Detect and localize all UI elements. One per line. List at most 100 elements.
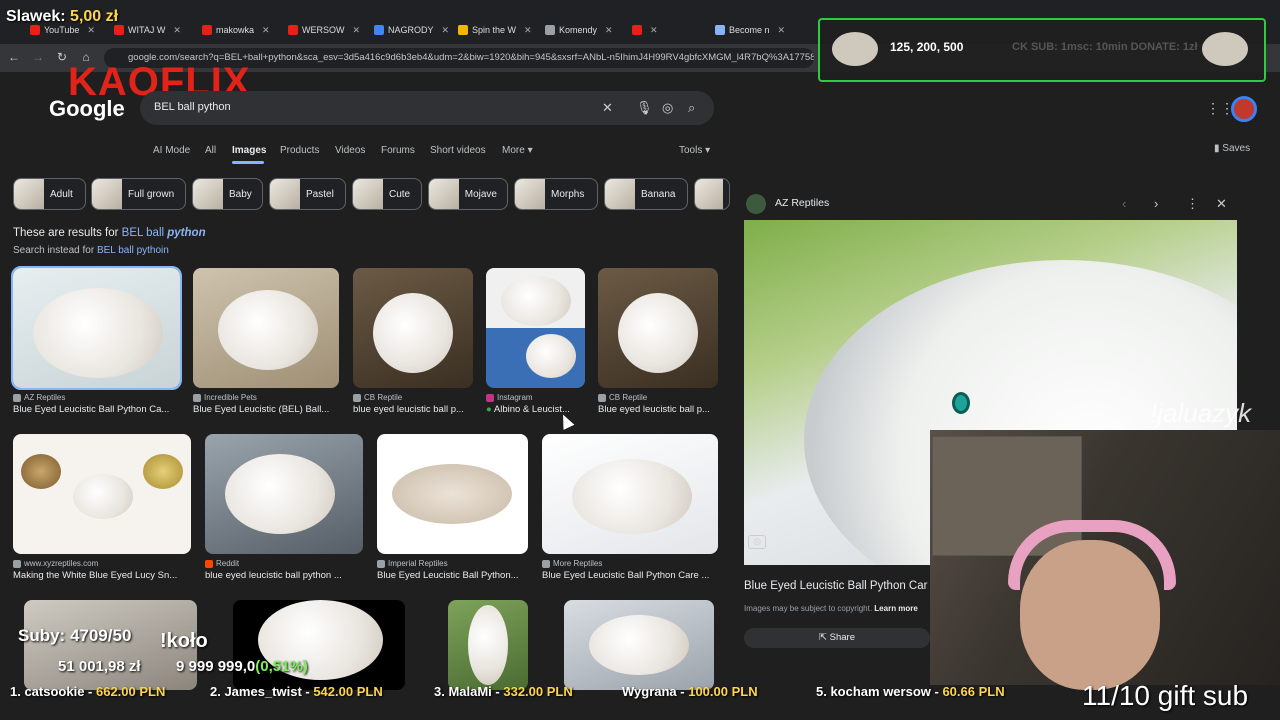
tab-makowka[interactable]: makowka ✕ (202, 22, 282, 38)
tab-youtube-2[interactable]: ✕ (632, 22, 708, 38)
ticker-item: 1. catsookie - 662.00 PLN (10, 684, 166, 699)
source-favicon (746, 194, 766, 214)
tab-forums[interactable]: Forums (381, 145, 415, 156)
chip-thumbnail (92, 179, 122, 209)
close-icon[interactable]: ✕ (87, 25, 95, 36)
result-image[interactable] (564, 600, 714, 690)
youtube-icon (288, 25, 298, 35)
result-image[interactable] (205, 434, 363, 554)
image-result[interactable]: Instagram ● Albino & Leucist... (486, 268, 585, 415)
donate-total: 51 001,98 zł (58, 658, 141, 675)
apps-grid-icon[interactable]: ⋮⋮ (1206, 100, 1234, 117)
subs-counter: Suby: 4709/50 (18, 626, 132, 645)
lens-icon[interactable]: ◎ (662, 100, 673, 116)
chip-morphs[interactable]: Morphs (514, 178, 598, 210)
image-result[interactable]: AZ Reptiles Blue Eyed Leucistic Ball Pyt… (11, 266, 182, 415)
share-button[interactable]: ⇱ Share (744, 628, 930, 648)
panel-source[interactable]: AZ Reptiles (775, 197, 829, 209)
lens-icon[interactable]: ◎ (748, 535, 766, 549)
tools-button[interactable]: Tools ▾ (679, 145, 710, 156)
site-favicon (193, 393, 201, 402)
close-icon[interactable]: ✕ (778, 25, 786, 36)
tab-nagrody[interactable]: NAGRODY ✕ (374, 22, 452, 38)
prev-icon[interactable]: ‹ (1122, 196, 1126, 211)
site-favicon (13, 393, 21, 402)
tab-become[interactable]: Become n ✕ (715, 22, 795, 38)
site-favicon (13, 559, 21, 568)
hamster-icon (832, 32, 878, 66)
clear-icon[interactable]: ✕ (602, 100, 613, 116)
search-instead: Search instead for BEL ball pythoin (13, 245, 169, 256)
wheel-icon (458, 25, 468, 35)
streamer-face (1020, 540, 1160, 690)
chip-mojave[interactable]: Mojave (428, 178, 508, 210)
image-result[interactable]: CB Reptile Blue eyed leucistic ball p... (598, 268, 718, 415)
image-result[interactable]: More Reptiles Blue Eyed Leucistic Ball P… (542, 434, 718, 581)
chip-baby[interactable]: Baby (192, 178, 263, 210)
chip-cute[interactable]: Cute (352, 178, 422, 210)
chip-full-grown[interactable]: Full grown (91, 178, 186, 210)
close-icon[interactable]: ✕ (262, 25, 270, 36)
result-image[interactable] (353, 268, 473, 388)
tab-komendy[interactable]: Komendy ✕ (545, 22, 623, 38)
more-options-icon[interactable]: ⋮ (1186, 196, 1199, 212)
result-image[interactable] (598, 268, 718, 388)
result-image[interactable] (377, 434, 528, 554)
verified-icon: ● (486, 404, 492, 415)
saves-button[interactable]: ▮ Saves (1214, 143, 1250, 154)
forward-icon[interactable]: → (30, 50, 46, 64)
result-image[interactable] (13, 434, 191, 554)
search-icon[interactable]: ⌕ (688, 100, 695, 116)
back-icon[interactable]: ← (6, 50, 22, 64)
chip-adult[interactable]: Adult (13, 178, 86, 210)
mic-icon[interactable]: 🎙 (636, 100, 653, 116)
tab-more[interactable]: More ▾ (502, 145, 533, 156)
result-image[interactable] (486, 268, 585, 388)
tab-wersow[interactable]: WERSOW ✕ (288, 22, 362, 38)
chip-thumbnail (605, 179, 635, 209)
tab-images[interactable]: Images (232, 145, 266, 156)
panel-caption[interactable]: Blue Eyed Leucistic Ball Python Car (744, 580, 930, 592)
tab-witaj[interactable]: WITAJ W ✕ (114, 22, 192, 38)
close-icon[interactable]: ✕ (605, 25, 613, 36)
reddit-icon (205, 559, 213, 568)
result-image[interactable] (233, 600, 405, 690)
chip-banana[interactable]: Banana (604, 178, 688, 210)
avatar[interactable] (1231, 96, 1257, 122)
image-result[interactable]: www.xyzreptiles.com Making the White Blu… (13, 434, 191, 581)
close-icon[interactable]: ✕ (524, 25, 532, 36)
youtube-icon (202, 25, 212, 35)
chevron-down-icon: ▾ (705, 145, 711, 156)
chip-thumbnail (695, 179, 723, 209)
close-icon[interactable]: ✕ (442, 25, 450, 36)
tab-products[interactable]: Products (280, 145, 319, 156)
tab-all[interactable]: All (205, 145, 216, 156)
result-image[interactable] (542, 434, 718, 554)
chip-thumbnail (14, 179, 44, 209)
tab-videos[interactable]: Videos (335, 145, 365, 156)
result-image[interactable] (448, 600, 528, 690)
close-icon[interactable]: ✕ (173, 25, 181, 36)
next-icon[interactable]: › (1154, 196, 1158, 211)
image-result[interactable]: Reddit blue eyed leucistic ball python .… (205, 434, 363, 581)
site-favicon (377, 559, 385, 568)
image-result[interactable]: CB Reptile blue eyed leucistic ball p... (353, 268, 473, 415)
chip-pastel[interactable]: Pastel (269, 178, 346, 210)
tab-spin[interactable]: Spin the W ✕ (458, 22, 538, 38)
tab-short-videos[interactable]: Short videos (430, 145, 486, 156)
site-favicon (598, 393, 606, 402)
image-result[interactable]: Imperial Reptiles Blue Eyed Leucistic Ba… (377, 434, 528, 581)
search-input[interactable]: BEL ball python (140, 91, 714, 125)
result-image[interactable] (193, 268, 339, 388)
close-icon[interactable]: ✕ (650, 25, 658, 36)
image-result[interactable]: Incredible Pets Blue Eyed Leucistic (BEL… (193, 268, 339, 415)
site-favicon (353, 393, 361, 402)
chip-thumbnail (193, 179, 223, 209)
tab-ai-mode[interactable]: AI Mode (153, 145, 190, 156)
close-icon[interactable]: ✕ (353, 25, 361, 36)
chevron-down-icon: ▾ (527, 145, 533, 156)
result-image[interactable] (11, 266, 182, 390)
chip-more[interactable] (694, 178, 730, 210)
close-icon[interactable]: ✕ (1216, 196, 1227, 212)
youtube-icon (632, 25, 642, 35)
